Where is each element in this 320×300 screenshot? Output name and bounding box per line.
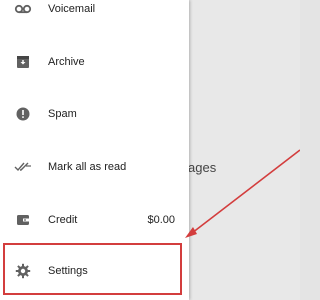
menu-item-credit[interactable]: Credit $0.00 xyxy=(0,203,189,237)
menu-item-voicemail[interactable]: Voicemail xyxy=(0,0,189,26)
menu-item-label: Archive xyxy=(48,56,85,68)
menu-item-label: Spam xyxy=(48,108,77,120)
credit-icon xyxy=(14,211,32,229)
navigation-drawer: Voicemail Archive Spam Mark all as read … xyxy=(0,0,189,300)
menu-item-settings[interactable]: Settings xyxy=(0,254,189,288)
menu-item-spam[interactable]: Spam xyxy=(0,97,189,131)
menu-item-label: Mark all as read xyxy=(48,161,127,173)
background-partial-text: ages xyxy=(188,160,217,175)
menu-item-archive[interactable]: Archive xyxy=(0,45,189,79)
menu-item-mark-all-read[interactable]: Mark all as read xyxy=(0,150,189,184)
mark-read-icon xyxy=(14,158,32,176)
archive-icon xyxy=(14,53,32,71)
gear-icon xyxy=(14,262,32,280)
menu-item-label: Voicemail xyxy=(48,3,96,15)
screenshot-stage: ages Voicemail Archive Spam Mark all as … xyxy=(0,0,300,300)
menu-item-label: Settings xyxy=(48,265,88,277)
voicemail-icon xyxy=(14,0,32,18)
credit-balance: $0.00 xyxy=(147,214,175,226)
menu-item-label: Credit xyxy=(48,214,78,226)
spam-icon xyxy=(14,105,32,123)
